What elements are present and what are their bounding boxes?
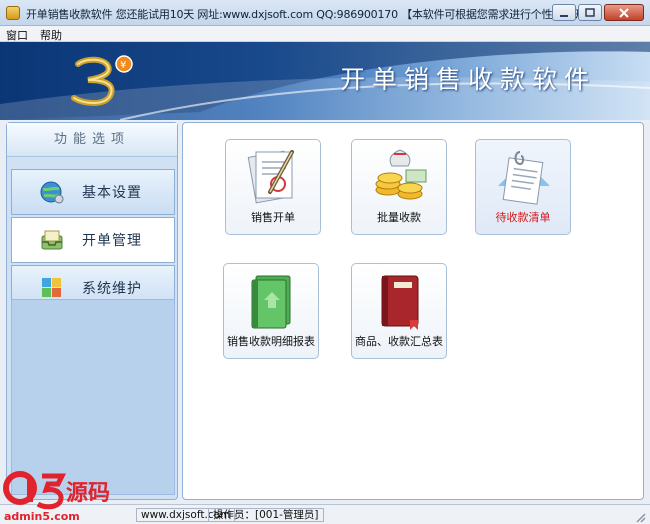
menu-bar: 窗口 帮助 — [0, 26, 650, 42]
puzzle-maintenance-icon — [38, 274, 66, 302]
window-controls — [552, 4, 644, 21]
menu-window[interactable]: 窗口 — [0, 26, 34, 42]
tile-sales-payment-report[interactable]: 销售收款明细报表 — [223, 263, 319, 359]
watermark-domain: admin5.com — [4, 510, 80, 523]
tile-batch-payment[interactable]: 批量收款 — [351, 139, 447, 235]
document-pen-icon — [247, 150, 294, 204]
menu-help[interactable]: 帮助 — [34, 26, 68, 42]
minimize-button[interactable] — [552, 4, 576, 21]
sidebar-item-label: 基本设置 — [82, 185, 142, 201]
globe-settings-icon — [38, 178, 66, 206]
window-title: 开单销售收款软件 您还能试用10天 网址:www.dxjsoft.com QQ:… — [26, 8, 607, 21]
sidebar-item-order-management[interactable]: 开单管理 — [11, 217, 175, 263]
main-panel: 销售开单 批量收款 待收款清单 销售收款明细报表 商品、收款汇总表 — [182, 122, 644, 500]
red-book-icon — [381, 275, 419, 330]
tile-sales-order[interactable]: 销售开单 — [225, 139, 321, 235]
coins-money-icon — [375, 149, 427, 200]
close-button[interactable] — [604, 4, 644, 21]
sidebar-heading: 功能选项 — [7, 123, 177, 157]
sidebar-item-label: 开单管理 — [82, 233, 142, 249]
minimize-icon — [560, 14, 568, 17]
tile-label: 销售开单 — [251, 211, 295, 224]
tile-pending-payments[interactable]: 待收款清单 — [475, 139, 571, 235]
resize-grip-icon[interactable] — [634, 511, 646, 523]
clipboard-list-icon — [498, 151, 550, 205]
watermark-brand: 源码 — [66, 481, 110, 506]
svg-text:¥: ¥ — [120, 60, 126, 71]
tile-label: 销售收款明细报表 — [227, 335, 315, 348]
maximize-button[interactable] — [578, 4, 602, 21]
tile-label: 待收款清单 — [495, 211, 551, 224]
inbox-tray-icon — [38, 226, 66, 254]
app-icon — [6, 6, 20, 20]
tile-label: 商品、收款汇总表 — [355, 335, 443, 348]
status-operator: 操作员：[001-管理员] — [208, 508, 324, 522]
sidebar: 功能选项 基本设置 开单管理 系统维护 — [6, 122, 178, 500]
sidebar-item-basic-settings[interactable]: 基本设置 — [11, 169, 175, 215]
header-banner: ¥ 开单销售收款软件 — [0, 42, 650, 120]
maximize-icon — [585, 8, 595, 17]
green-book-icon — [251, 275, 291, 329]
close-icon — [619, 7, 629, 18]
admin5-watermark-logo: 源码 admin5.com — [3, 471, 110, 523]
tile-label: 批量收款 — [377, 211, 421, 224]
banner-title: 开单销售收款软件 — [339, 65, 596, 94]
title-bar: 开单销售收款软件 您还能试用10天 网址:www.dxjsoft.com QQ:… — [0, 0, 650, 26]
tile-goods-payment-summary[interactable]: 商品、收款汇总表 — [351, 263, 447, 359]
sidebar-item-label: 系统维护 — [82, 281, 142, 297]
app-logo: ¥ — [71, 55, 133, 106]
